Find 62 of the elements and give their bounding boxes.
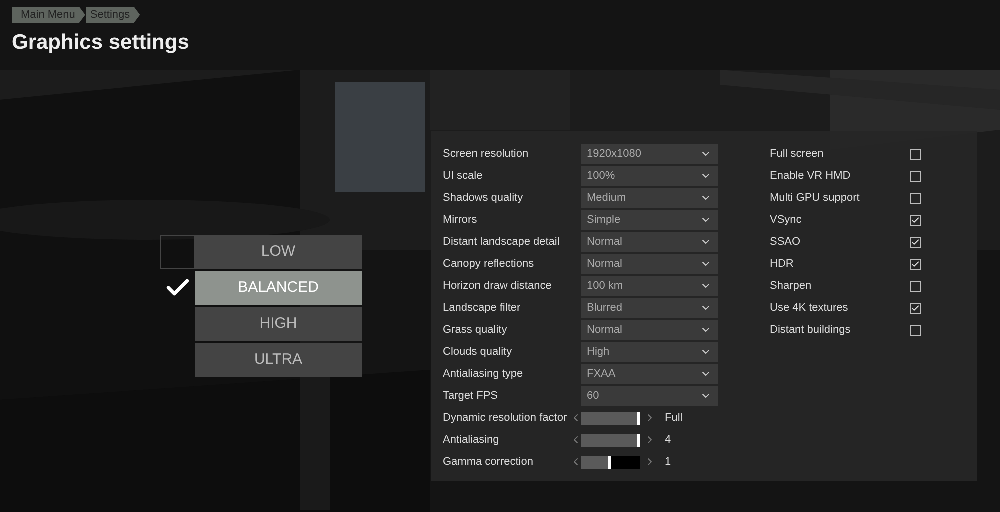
- preset-button[interactable]: LOW: [195, 235, 362, 269]
- breadcrumb-item[interactable]: Main Menu: [12, 7, 86, 23]
- toggle-label: Distant buildings: [770, 322, 851, 338]
- checkbox[interactable]: [910, 324, 921, 336]
- setting-label: Mirrors: [443, 212, 478, 228]
- setting-label: Target FPS: [443, 388, 500, 404]
- setting-label: Antialiasing: [443, 432, 500, 448]
- setting-label: Distant landscape detail: [443, 234, 561, 250]
- checkbox[interactable]: [910, 258, 921, 270]
- dropdown[interactable]: 60: [581, 386, 718, 406]
- setting-label: Gamma correction: [443, 454, 534, 470]
- preset-button[interactable]: HIGH: [195, 307, 362, 341]
- setting-label: Grass quality: [443, 322, 508, 338]
- setting-label: Landscape filter: [443, 300, 522, 316]
- checkbox[interactable]: [910, 214, 921, 226]
- dropdown[interactable]: 100 km: [581, 276, 718, 296]
- preset-button[interactable]: ULTRA: [195, 343, 362, 377]
- check-icon: [911, 238, 920, 246]
- setting-label: Antialiasing type: [443, 366, 524, 382]
- slider-fill[interactable]: [581, 456, 610, 468]
- breadcrumb-item[interactable]: Settings: [86, 7, 140, 23]
- setting-label: Shadows quality: [443, 190, 524, 206]
- dropdown[interactable]: Simple: [581, 210, 718, 230]
- dropdown[interactable]: High: [581, 342, 718, 362]
- checkbox[interactable]: [910, 192, 921, 204]
- setting-label: Horizon draw distance: [443, 278, 553, 294]
- preset-button[interactable]: BALANCED: [195, 271, 362, 305]
- checkbox[interactable]: [910, 148, 921, 160]
- check-icon: [911, 260, 920, 268]
- dropdown[interactable]: 1920x1080: [581, 144, 718, 164]
- dropdown[interactable]: Normal: [581, 232, 718, 252]
- toggle-label: Use 4K textures: [770, 300, 848, 316]
- dropdown[interactable]: Normal: [581, 320, 718, 340]
- toggle-label: HDR: [770, 256, 794, 272]
- toggle-label: Sharpen: [770, 278, 812, 294]
- checkbox[interactable]: [910, 280, 921, 292]
- setting-label: Canopy reflections: [443, 256, 536, 272]
- dropdown[interactable]: Medium: [581, 188, 718, 208]
- slider-reading: Full: [665, 410, 683, 426]
- dropdown[interactable]: Normal: [581, 254, 718, 274]
- page-title: Graphics settings: [12, 30, 190, 56]
- slider-fill[interactable]: [581, 412, 640, 424]
- toggle-label: Multi GPU support: [770, 190, 860, 206]
- toggle-label: Full screen: [770, 146, 824, 162]
- setting-label: Clouds quality: [443, 344, 514, 360]
- slider-fill[interactable]: [581, 434, 640, 446]
- checkbox[interactable]: [910, 236, 921, 248]
- dropdown[interactable]: 100%: [581, 166, 718, 186]
- dropdown[interactable]: FXAA: [581, 364, 718, 384]
- setting-label: Dynamic resolution factor: [443, 410, 568, 426]
- setting-label: UI scale: [443, 168, 484, 184]
- checkbox[interactable]: [910, 302, 921, 314]
- check-icon: [911, 216, 920, 224]
- slider-reading: 1: [665, 454, 672, 470]
- toggle-label: Enable VR HMD: [770, 168, 851, 184]
- toggle-label: SSAO: [770, 234, 801, 250]
- toggle-label: VSync: [770, 212, 802, 228]
- checkbox[interactable]: [910, 170, 921, 182]
- setting-label: Screen resolution: [443, 146, 530, 162]
- check-icon: [911, 304, 920, 312]
- dropdown[interactable]: Blurred: [581, 298, 718, 318]
- slider-reading: 4: [665, 432, 672, 448]
